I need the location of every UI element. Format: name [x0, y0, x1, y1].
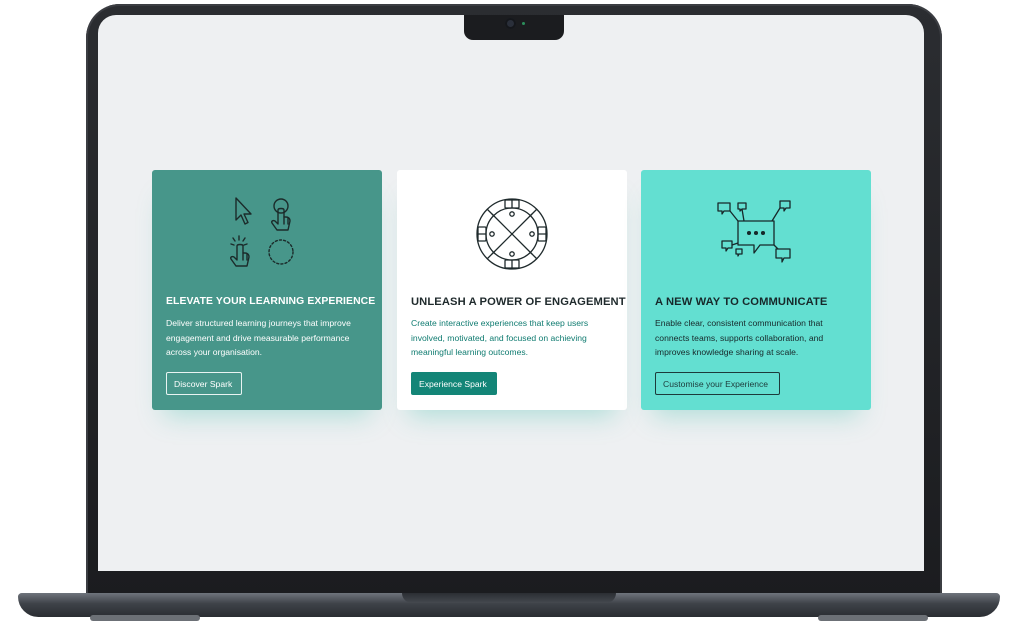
card-description: Deliver structured learning journeys tha…	[166, 318, 351, 357]
camera-indicator	[522, 22, 525, 25]
customise-experience-button[interactable]: Customise your Experience	[655, 372, 780, 395]
laptop-opening-notch	[402, 593, 616, 603]
laptop-foot-right	[818, 615, 928, 621]
chat-bubbles-icon	[641, 194, 871, 274]
card-title: UNLEASH A POWER OF ENGAGEMENT	[411, 296, 626, 308]
discover-spark-button[interactable]: Discover Spark	[166, 372, 242, 395]
laptop-foot-left	[90, 615, 200, 621]
card-title: A NEW WAY TO COMMUNICATE	[655, 296, 828, 308]
feature-card-communicate: A NEW WAY TO COMMUNICATE Enable clear, c…	[641, 170, 871, 410]
camera-icon	[505, 18, 516, 29]
engagement-wheel-icon	[397, 194, 627, 274]
card-description: Enable clear, consistent communication t…	[655, 318, 824, 357]
interaction-cursor-icon	[152, 194, 382, 274]
card-title: ELEVATE YOUR LEARNING EXPERIENCE	[166, 296, 376, 307]
card-description: Create interactive experiences that keep…	[411, 318, 589, 357]
feature-card-learning: ELEVATE YOUR LEARNING EXPERIENCE Deliver…	[152, 170, 382, 410]
experience-spark-button[interactable]: Experience Spark	[411, 372, 497, 395]
feature-card-engagement: UNLEASH A POWER OF ENGAGEMENT Create int…	[397, 170, 627, 410]
